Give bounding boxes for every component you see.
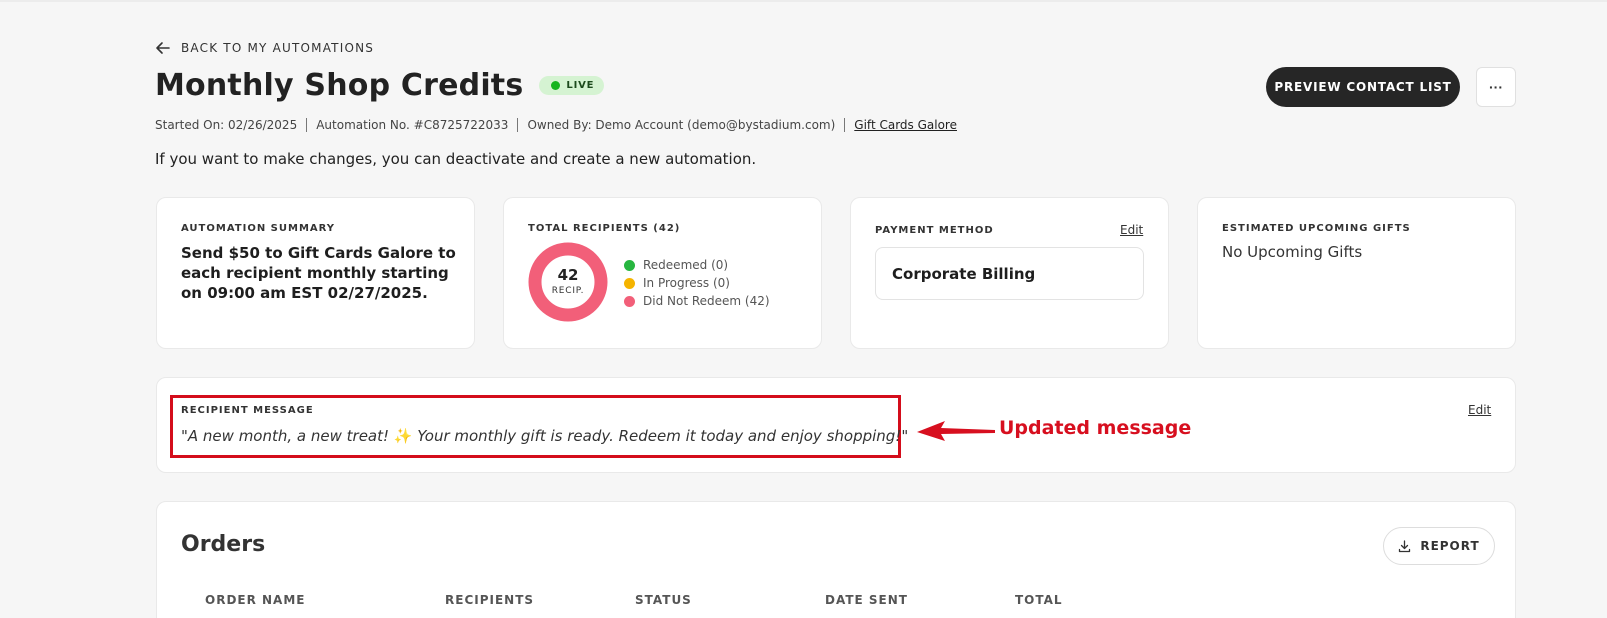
- legend-item-did-not-redeem: Did Not Redeem (42): [624, 292, 770, 310]
- legend-label: Redeemed (0): [643, 258, 729, 272]
- meta-divider: [306, 118, 308, 132]
- card-label: AUTOMATION SUMMARY: [181, 223, 336, 234]
- automation-meta: Started On: 02/26/2025 Automation No. #C…: [155, 118, 957, 132]
- back-link-label: BACK TO MY AUTOMATIONS: [181, 41, 375, 55]
- owner: Owned By: Demo Account (demo@bystadium.c…: [527, 118, 836, 132]
- column-header-date-sent[interactable]: DATE SENT: [825, 593, 908, 607]
- payment-method-value: Corporate Billing: [875, 247, 1144, 300]
- recipient-message-text: "A new month, a new treat! ✨ Your monthl…: [181, 427, 908, 445]
- sparkles-icon: ✨: [393, 427, 413, 445]
- recipients-count: 42: [557, 266, 579, 284]
- ellipsis-icon: ···: [1489, 79, 1503, 95]
- page-title: Monthly Shop Credits: [155, 68, 524, 103]
- started-on: Started On: 02/26/2025: [155, 118, 298, 132]
- column-header-status[interactable]: STATUS: [635, 593, 692, 607]
- column-header-order-name[interactable]: ORDER NAME: [205, 593, 306, 607]
- more-options-button[interactable]: ···: [1476, 67, 1516, 107]
- report-button-label: REPORT: [1420, 539, 1480, 553]
- preview-contact-list-button[interactable]: PREVIEW CONTACT LIST: [1266, 67, 1460, 107]
- upcoming-gifts-text: No Upcoming Gifts: [1222, 243, 1363, 261]
- annotation-arrow-icon: [917, 421, 995, 441]
- card-label: ESTIMATED UPCOMING GIFTS: [1222, 223, 1411, 234]
- recipient-message-label: RECIPIENT MESSAGE: [181, 405, 314, 416]
- report-button[interactable]: REPORT: [1383, 527, 1495, 565]
- legend-label: In Progress (0): [643, 276, 730, 290]
- orders-card: Orders REPORT ORDER NAME RECIPIENTS STAT…: [156, 501, 1516, 618]
- automation-summary-text: Send $50 to Gift Cards Galore to each re…: [181, 244, 456, 302]
- meta-divider: [517, 118, 519, 132]
- payment-method-card: PAYMENT METHOD Edit Corporate Billing: [850, 197, 1169, 349]
- pink-dot-icon: [624, 295, 635, 307]
- status-badge-label: LIVE: [566, 80, 595, 91]
- arrow-left-icon: [156, 42, 170, 54]
- total-recipients-card: TOTAL RECIPIENTS (42) 42 RECIP. Redeemed…: [503, 197, 822, 349]
- column-header-recipients[interactable]: RECIPIENTS: [445, 593, 534, 607]
- automation-number: Automation No. #C8725722033: [316, 118, 509, 132]
- green-dot-icon: [624, 259, 635, 271]
- legend-item-in-progress: In Progress (0): [624, 274, 770, 292]
- card-label: TOTAL RECIPIENTS (42): [528, 223, 681, 234]
- card-label: PAYMENT METHOD: [875, 225, 994, 236]
- status-badge: LIVE: [539, 76, 605, 95]
- annotation-label: Updated message: [999, 417, 1192, 439]
- top-divider: [0, 0, 1607, 2]
- orders-title: Orders: [181, 532, 266, 557]
- live-dot-icon: [551, 81, 561, 90]
- meta-divider: [844, 118, 846, 132]
- upcoming-gifts-card: ESTIMATED UPCOMING GIFTS No Upcoming Gif…: [1197, 197, 1516, 349]
- download-icon: [1399, 539, 1411, 552]
- recipients-unit: RECIP.: [551, 286, 585, 296]
- back-to-automations-link[interactable]: BACK TO MY AUTOMATIONS: [155, 40, 374, 56]
- edit-payment-link[interactable]: Edit: [1120, 223, 1143, 237]
- title-row: Monthly Shop Credits LIVE: [155, 68, 605, 103]
- yellow-dot-icon: [624, 277, 635, 289]
- merchant-link[interactable]: Gift Cards Galore: [854, 118, 957, 132]
- message-text-end: Your monthly gift is ready. Redeem it to…: [412, 427, 909, 445]
- edit-message-link[interactable]: Edit: [1468, 403, 1491, 417]
- message-text-start: "A new month, a new treat!: [181, 427, 394, 445]
- deactivate-info: If you want to make changes, you can dea…: [155, 150, 757, 168]
- recipients-legend: Redeemed (0) In Progress (0) Did Not Red…: [624, 256, 770, 310]
- automation-summary-card: AUTOMATION SUMMARY Send $50 to Gift Card…: [156, 197, 475, 349]
- legend-item-redeemed: Redeemed (0): [624, 256, 770, 274]
- legend-label: Did Not Redeem (42): [643, 294, 770, 308]
- column-header-total[interactable]: TOTAL: [1015, 593, 1063, 607]
